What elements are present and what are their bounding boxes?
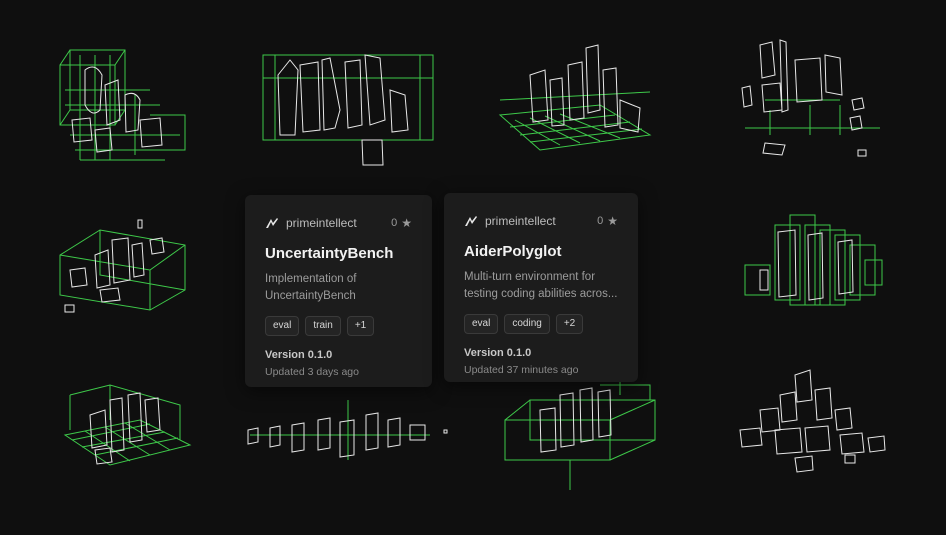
card-title[interactable]: AiderPolyglot [464, 243, 618, 260]
wireframe-cluster-mid-left [59, 219, 186, 313]
updated-timestamp: Updated 3 days ago [265, 366, 359, 378]
tag-list: eval train +1 [265, 316, 412, 336]
card-description: Implementation of UncertaintyBench [265, 273, 357, 302]
star-icon: ★ [401, 216, 412, 230]
wireframe-cluster-mid-right [744, 214, 883, 306]
tag-chip[interactable]: train [305, 316, 341, 336]
primeintellect-logo-icon [265, 216, 279, 230]
star-count-value: 0 [597, 215, 604, 227]
tag-list: eval coding +2 [464, 314, 618, 334]
wireframe-cluster-bottom-center-left [247, 400, 448, 460]
org-name[interactable]: primeintellect [286, 216, 391, 230]
card-description: Multi-turn environment for testing codin… [464, 271, 618, 300]
version-label: Version 0.1.0 [265, 349, 333, 361]
wireframe-cluster-bottom-center-right [504, 370, 656, 490]
wireframe-cluster-top-left [59, 49, 186, 161]
org-name[interactable]: primeintellect [485, 214, 597, 228]
star-count-value: 0 [391, 217, 398, 229]
wireframe-cluster-top-right [741, 39, 880, 157]
environment-card-uncertaintybench[interactable]: primeintellect 0 ★ UncertaintyBench Impl… [245, 195, 432, 387]
version-label: Version 0.1.0 [464, 347, 532, 359]
star-icon: ★ [607, 214, 618, 228]
more-tags-chip[interactable]: +1 [346, 316, 375, 336]
star-count[interactable]: 0 ★ [597, 214, 618, 228]
card-header: primeintellect 0 ★ [265, 215, 412, 231]
card-title[interactable]: UncertaintyBench [265, 245, 412, 262]
wireframe-cluster-top-center [262, 54, 434, 166]
wireframe-cluster-bottom-left [63, 384, 192, 466]
more-tags-chip[interactable]: +2 [555, 314, 584, 334]
tag-chip[interactable]: coding [504, 314, 550, 334]
updated-timestamp: Updated 37 minutes ago [464, 364, 579, 376]
tag-chip[interactable]: eval [265, 316, 300, 336]
environment-card-aiderpolyglot[interactable]: primeintellect 0 ★ AiderPolyglot Multi-t… [444, 193, 638, 382]
primeintellect-logo-icon [464, 214, 478, 228]
card-header: primeintellect 0 ★ [464, 213, 618, 229]
wireframe-cluster-bottom-right [739, 369, 886, 473]
star-count[interactable]: 0 ★ [391, 216, 412, 230]
tag-chip[interactable]: eval [464, 314, 499, 334]
wireframe-cluster-top-mid-right [498, 44, 652, 151]
